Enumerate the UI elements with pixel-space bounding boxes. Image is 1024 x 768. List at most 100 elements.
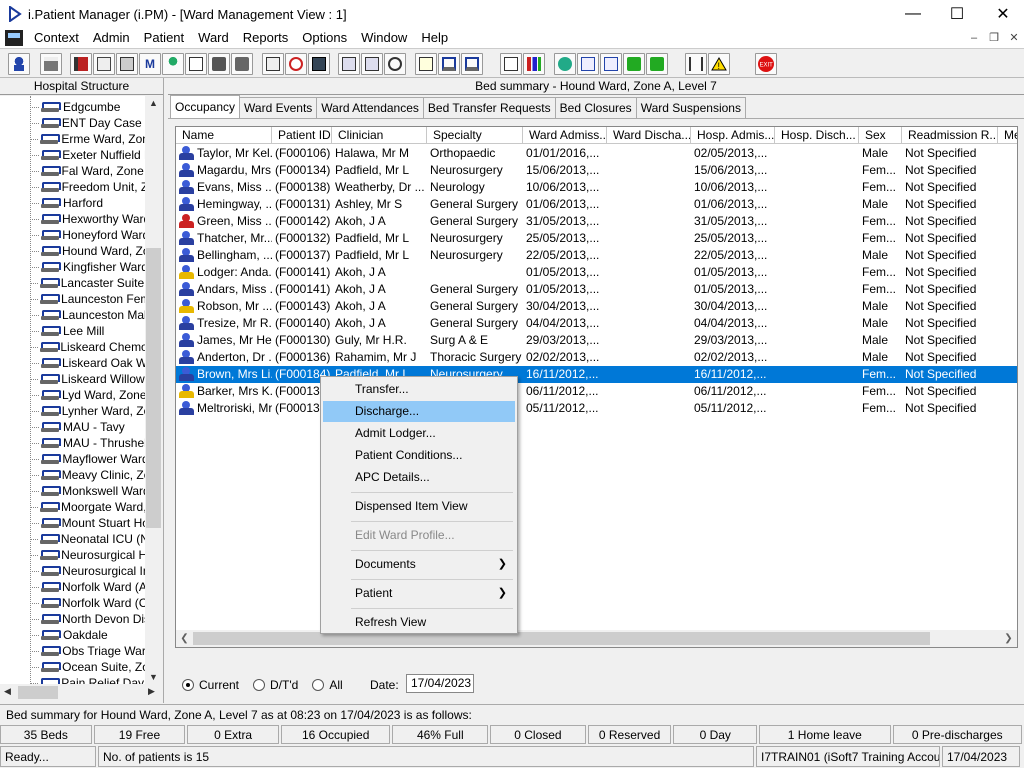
ward-tree-item[interactable]: Lee Mill — [30, 323, 145, 339]
ward-tree-item[interactable]: Moorgate Ward, Z — [30, 499, 145, 515]
document-icon[interactable] — [93, 53, 115, 75]
page-icon[interactable] — [500, 53, 522, 75]
tab-ward-attendances[interactable]: Ward Attendances — [316, 97, 424, 118]
ward-tree-item[interactable]: Liskeard Oak Wa — [30, 355, 145, 371]
col-ward-discharge[interactable]: Ward Discha... — [607, 127, 691, 144]
ward-tree-item[interactable]: Lancaster Suite, Z — [30, 275, 145, 291]
ward-tree-item[interactable]: Mount Stuart Hos — [30, 515, 145, 531]
record-book-icon[interactable] — [70, 53, 92, 75]
radio-all[interactable] — [312, 679, 325, 691]
col-readmission[interactable]: Readmission R... — [902, 127, 998, 144]
menu-item-admit-lodger[interactable]: Admit Lodger... — [323, 423, 515, 444]
ward-tree-item[interactable]: Norfolk Ward (Ad — [30, 579, 145, 595]
menu-item-discharge[interactable]: Discharge... — [323, 401, 515, 422]
ward-tree-item[interactable]: Freedom Unit, Zo — [30, 179, 145, 195]
ward-tree-item[interactable]: Hexworthy Ward, — [30, 211, 145, 227]
tab-ward-suspensions[interactable]: Ward Suspensions — [635, 97, 746, 118]
ward-tree-item[interactable]: Exeter Nuffield H — [30, 147, 145, 163]
menu-item-documents[interactable]: Documents ❯ — [323, 554, 515, 575]
menu-item-transfer[interactable]: Transfer... — [323, 379, 515, 400]
vehicle-icon[interactable] — [208, 53, 230, 75]
hospital-structure-tree[interactable]: Edgcumbe ENT Day Case U Erme Ward, Zone Exe… — [0, 96, 145, 684]
col-hosp-admission[interactable]: Hosp. Admis... — [691, 127, 775, 144]
transfer-arrows-icon[interactable] — [685, 53, 707, 75]
col-clinician[interactable]: Clinician — [332, 127, 427, 144]
maximize-button[interactable]: ☐ — [934, 0, 980, 28]
radio-current-label[interactable]: Current — [199, 678, 239, 692]
table-row[interactable]: Andars, Miss ... (F000141) Akoh, J A Genera… — [176, 281, 1017, 298]
download-icon[interactable] — [623, 53, 645, 75]
tree-hscroll-thumb[interactable] — [18, 686, 58, 699]
mdi-system-icon[interactable] — [5, 30, 23, 46]
table-row[interactable]: Evans, Miss ... (F000138) Weatherby, Dr ..… — [176, 179, 1017, 196]
ward-tree-item[interactable]: Launceston Male — [30, 307, 145, 323]
tab-occupancy[interactable]: Occupancy — [170, 95, 241, 118]
ward-tree-item[interactable]: Kingfisher Ward — [30, 259, 145, 275]
monitor-icon[interactable] — [308, 53, 330, 75]
col-sex[interactable]: Sex — [859, 127, 902, 144]
print-icon[interactable] — [40, 53, 62, 75]
notepad-icon[interactable] — [415, 53, 437, 75]
ward-tree-item[interactable]: North Devon Dist — [30, 611, 145, 627]
table-row[interactable]: Green, Miss ... (F000142) Akoh, J A General… — [176, 213, 1017, 230]
ward-tree-item[interactable]: Lyd Ward, Zone I — [30, 387, 145, 403]
table-row[interactable]: James, Mr He...(F000130) Guly, Mr H.R. Sur… — [176, 332, 1017, 349]
menu-item-patient-conditions[interactable]: Patient Conditions... — [323, 445, 515, 466]
ward-tree-item[interactable]: Obs Triage Ward — [30, 643, 145, 659]
table-row[interactable]: Meltroriski, Mr...(F0001305/11/2012,...0… — [176, 400, 1017, 417]
ward-tree-item[interactable]: MAU - Tavy — [30, 419, 145, 435]
panel-splitter[interactable] — [163, 78, 167, 703]
table-row[interactable]: Brown, Mrs Li...(F000184)Padfield, Mr LN… — [176, 366, 1017, 383]
tab-bed-closures[interactable]: Bed Closures — [554, 97, 637, 118]
bed-icon[interactable] — [438, 53, 460, 75]
menu-context[interactable]: Context — [27, 28, 86, 48]
menu-options[interactable]: Options — [295, 28, 354, 48]
tree-vertical-scrollbar[interactable]: ▲ ▼ — [145, 96, 162, 684]
table-row[interactable]: Robson, Mr ... (F000143) Akoh, J A General … — [176, 298, 1017, 315]
scroll-left-arrow-icon[interactable]: ❮ — [176, 630, 193, 647]
clock-icon[interactable] — [285, 53, 307, 75]
exit-icon[interactable]: EXIT — [755, 53, 777, 75]
ward-tree-item[interactable]: Liskeard Chemo D — [30, 339, 145, 355]
ward-tree-item[interactable]: Edgcumbe — [30, 99, 145, 115]
ward-tree-item[interactable]: Hound Ward, Zor — [30, 243, 145, 259]
ward-tree-item[interactable]: MAU - Thrushel — [30, 435, 145, 451]
list-icon[interactable] — [338, 53, 360, 75]
menu-item-dispensed-item-view[interactable]: Dispensed Item View — [323, 496, 515, 517]
ward-tree-item[interactable]: Ocean Suite, Zor — [30, 659, 145, 675]
grid-hscroll-thumb[interactable] — [193, 632, 930, 645]
col-more[interactable]: Me — [998, 127, 1017, 144]
warning-icon[interactable]: ! — [708, 53, 730, 75]
report-icon[interactable] — [116, 53, 138, 75]
ward-tree-item[interactable]: Mayflower Ward, — [30, 451, 145, 467]
col-ward-admission[interactable]: Ward Admiss... — [523, 127, 607, 144]
ward-tree-item[interactable]: Pain Relief Day C — [30, 675, 145, 684]
bar-chart-icon[interactable] — [523, 53, 545, 75]
checklist-icon[interactable] — [577, 53, 599, 75]
globe-icon[interactable] — [554, 53, 576, 75]
ticket-icon[interactable] — [262, 53, 284, 75]
table-row[interactable]: Bellingham, ... (F000137) Padfield, Mr L Ne… — [176, 247, 1017, 264]
table-row[interactable]: Taylor, Mr Kel... (F000106) Halawa, Mr M Or… — [176, 145, 1017, 162]
edit-icon[interactable] — [361, 53, 383, 75]
ward-tree-item[interactable]: Launceston Fema — [30, 291, 145, 307]
menu-help[interactable]: Help — [414, 28, 455, 48]
mdi-restore-button[interactable]: ❐ — [984, 28, 1004, 48]
col-name[interactable]: Name — [176, 127, 272, 144]
col-specialty[interactable]: Specialty — [427, 127, 523, 144]
col-hosp-discharge[interactable]: Hosp. Disch... — [775, 127, 859, 144]
menu-admin[interactable]: Admin — [86, 28, 137, 48]
ward-tree-item[interactable]: Neurosurgical Hig — [30, 547, 145, 563]
minimize-button[interactable]: — — [890, 0, 936, 28]
bed-person-icon[interactable] — [461, 53, 483, 75]
menu-item-apc-details[interactable]: APC Details... — [323, 467, 515, 488]
tab-bed-transfer-requests[interactable]: Bed Transfer Requests — [422, 97, 556, 118]
ward-tree-item[interactable]: Lynher Ward, Zor — [30, 403, 145, 419]
menu-item-patient[interactable]: Patient ❯ — [323, 583, 515, 604]
col-patient-id[interactable]: Patient ID — [272, 127, 332, 144]
close-button[interactable]: ✕ — [980, 0, 1024, 28]
tree-scroll-thumb[interactable] — [146, 248, 161, 528]
m-letter-icon[interactable]: M — [139, 53, 161, 75]
refresh-icon[interactable] — [384, 53, 406, 75]
mdi-close-button[interactable]: ✕ — [1004, 28, 1024, 48]
